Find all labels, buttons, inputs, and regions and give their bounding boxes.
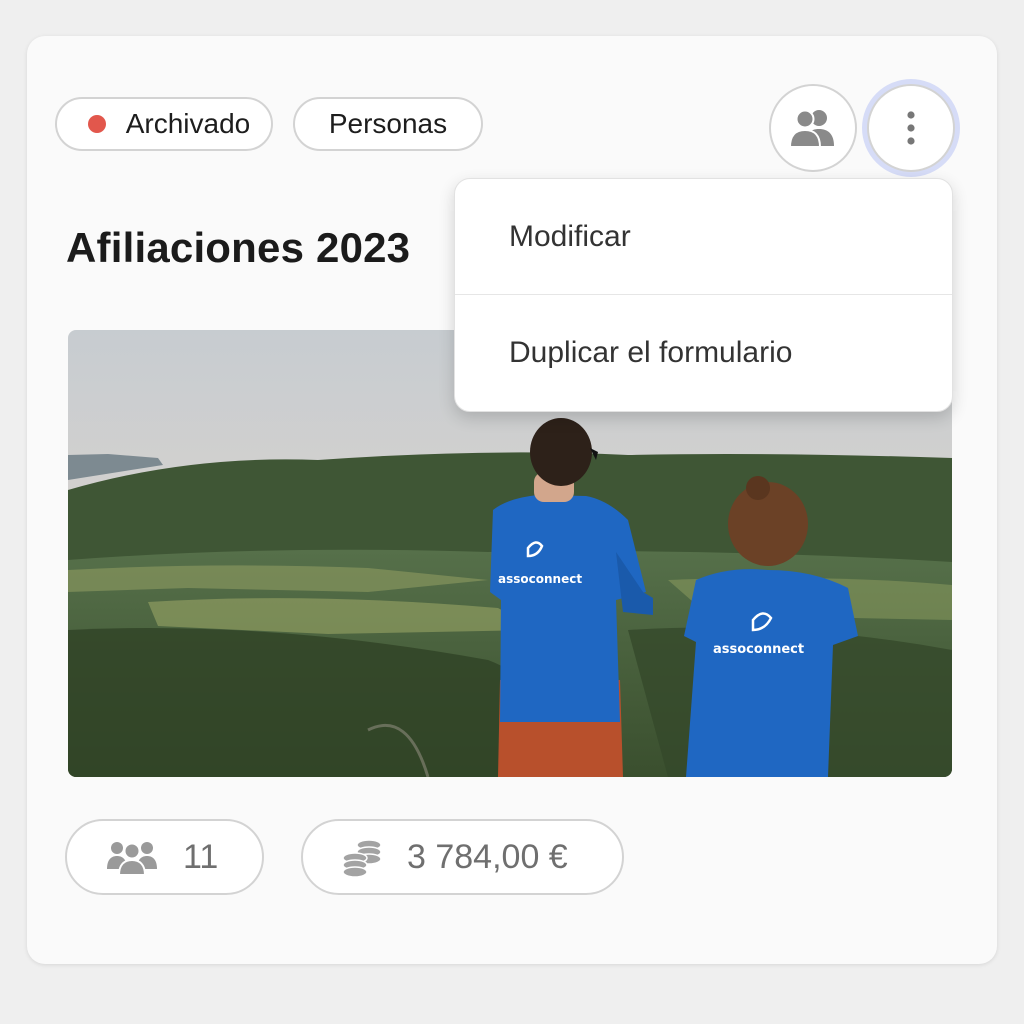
amount-total: 3 784,00 €: [407, 837, 568, 876]
card-title: Afiliaciones 2023: [66, 224, 411, 271]
type-chip: Personas: [293, 97, 483, 151]
members-button[interactable]: [769, 84, 857, 172]
members-count: 11: [183, 837, 219, 876]
members-count-chip: 11: [65, 819, 264, 895]
svg-text:assoconnect: assoconnect: [713, 642, 804, 657]
menu-item-modify[interactable]: Modificar: [455, 179, 952, 294]
more-options-button[interactable]: [867, 84, 955, 172]
type-label: Personas: [328, 108, 448, 139]
status-dot: [87, 115, 106, 133]
people-icon: [107, 837, 157, 877]
vertical-dots-icon: [907, 111, 915, 145]
status-label: Archivado: [125, 108, 251, 139]
status-chip: Archivado: [55, 97, 273, 151]
svg-text:assoconnect: assoconnect: [498, 572, 582, 586]
people-icon: [788, 109, 834, 148]
coins-icon: [341, 836, 383, 878]
form-card[interactable]: Archivado Personas Afiliaciones 2023 Mod…: [27, 36, 997, 964]
menu-item-duplicate-form[interactable]: Duplicar el formulario: [455, 294, 952, 410]
options-dropdown-menu: Modificar Duplicar el formulario: [454, 178, 953, 412]
amount-total-chip: 3 784,00 €: [301, 819, 624, 895]
